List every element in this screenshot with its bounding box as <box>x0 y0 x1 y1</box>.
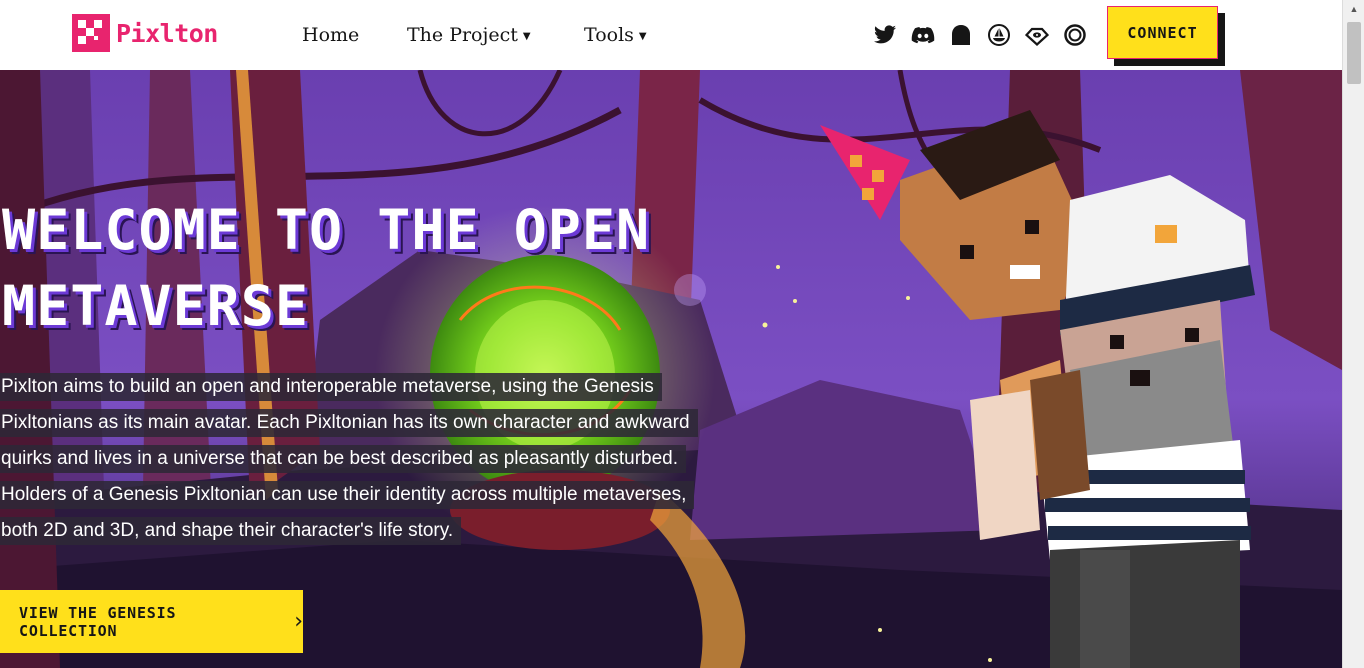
caret-down-icon: ▼ <box>522 30 531 42</box>
chevron-right-icon: › <box>294 609 303 634</box>
connect-button[interactable]: CONNECT <box>1107 6 1218 59</box>
scrollbar-thumb[interactable] <box>1347 22 1361 84</box>
twitter-icon[interactable] <box>872 22 898 48</box>
hero-background-illustration <box>0 70 1342 668</box>
caret-down-icon: ▼ <box>638 30 647 42</box>
pixlton-logo[interactable]: Pixlton <box>72 14 218 52</box>
social-links <box>872 22 1088 48</box>
logo-text: Pixlton <box>116 18 218 48</box>
connect-button-wrap: CONNECT <box>1107 6 1225 66</box>
circle-icon[interactable] <box>1062 22 1088 48</box>
view-genesis-collection-button[interactable]: VIEW THE GENESIS COLLECTION › <box>0 590 303 653</box>
nav-tools-label: Tools <box>584 24 634 46</box>
nav-the-project[interactable]: The Project ▼ <box>407 0 531 70</box>
nav-tools[interactable]: Tools ▼ <box>584 0 647 70</box>
hero-description-line: Pixlton aims to build an open and intero… <box>0 373 662 401</box>
scroll-up-arrow-icon[interactable]: ▲ <box>1343 0 1364 18</box>
hero-description-line: quirks and lives in a universe that can … <box>0 445 687 473</box>
connect-button-label: CONNECT <box>1127 23 1198 42</box>
opensea-icon[interactable] <box>986 22 1012 48</box>
nav-the-project-label: The Project <box>407 24 518 46</box>
nav-home-label: Home <box>302 24 360 46</box>
looksrare-icon[interactable] <box>1024 22 1050 48</box>
hero-title: WELCOME TO THE OPEN METAVERSE <box>2 198 651 338</box>
discord-icon[interactable] <box>910 22 936 48</box>
hero-description-line: both 2D and 3D, and shape their characte… <box>0 517 462 545</box>
page-scrollbar[interactable]: ▲ <box>1342 0 1364 668</box>
ghost-icon[interactable] <box>948 22 974 48</box>
hero-description: Pixlton aims to build an open and intero… <box>0 373 730 553</box>
view-genesis-collection-label: VIEW THE GENESIS COLLECTION <box>19 603 177 640</box>
pixlton-logo-icon <box>72 14 110 52</box>
hero-description-line: Pixltonians as its main avatar. Each Pix… <box>0 409 698 437</box>
nav-home[interactable]: Home <box>302 0 359 70</box>
site-header: Pixlton Home The Project ▼ Tools ▼ CONNE… <box>0 0 1342 70</box>
hero-description-line: Holders of a Genesis Pixltonian can use … <box>0 481 695 509</box>
hero-section: WELCOME TO THE OPEN METAVERSE Pixlton ai… <box>0 70 1342 668</box>
